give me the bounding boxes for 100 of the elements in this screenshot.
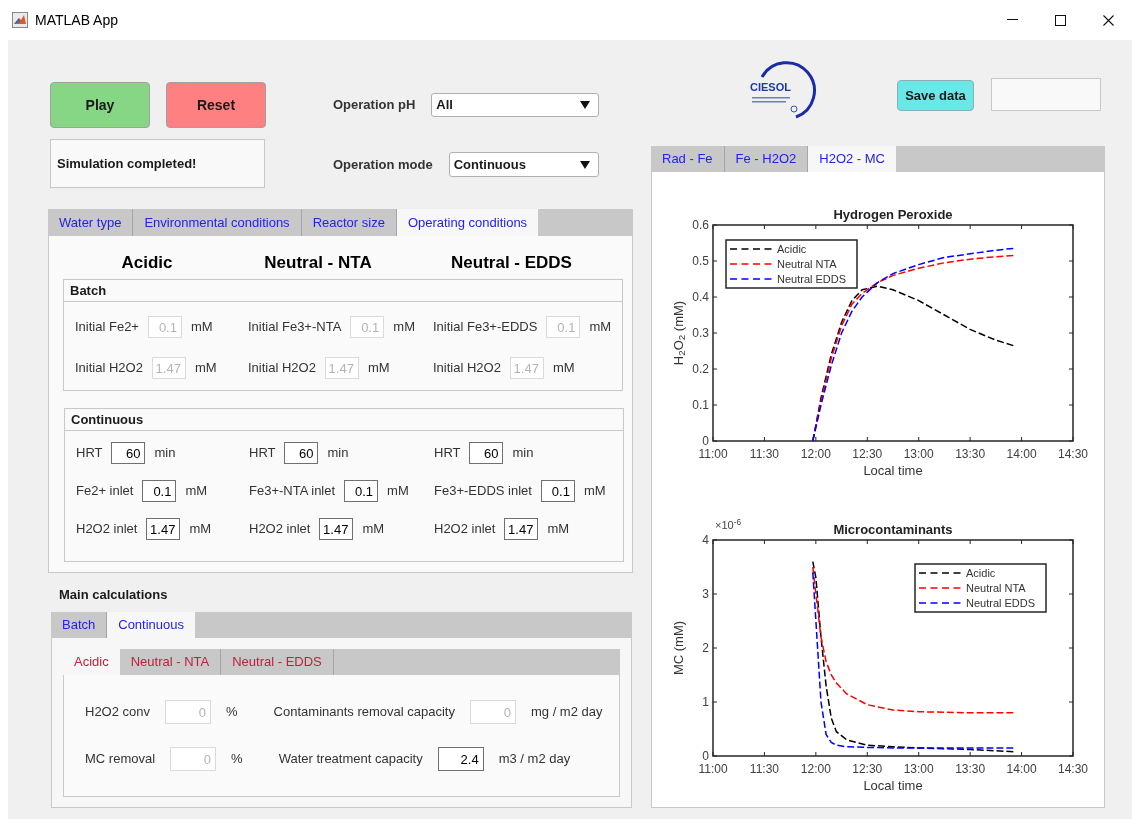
- status-box: Simulation completed!: [50, 139, 265, 188]
- axis-title: MC (mM): [670, 620, 688, 676]
- tick-label: 0.3: [692, 326, 709, 340]
- unit-label: mM: [189, 520, 212, 539]
- unit-label: mM: [190, 318, 213, 337]
- number-field[interactable]: 2.4: [437, 747, 484, 771]
- field-label: MC removal: [85, 750, 156, 769]
- field-label: H2O2 inlet: [434, 520, 496, 539]
- tick-label: 4: [702, 533, 709, 547]
- unit-label: mM: [583, 482, 606, 501]
- tick-label: 12:00: [800, 762, 831, 776]
- unit-label: mM: [547, 520, 570, 539]
- caret-icon: [580, 160, 590, 169]
- field-label: Initial H2O2: [433, 359, 501, 378]
- tick-label: 0.5: [692, 254, 709, 268]
- tab[interactable]: Operating conditions: [396, 209, 539, 236]
- legend-label: Acidic: [777, 243, 807, 255]
- unit-label: mM: [194, 359, 217, 378]
- play-button[interactable]: Play: [50, 82, 150, 128]
- number-field[interactable]: 1.47: [146, 518, 181, 540]
- number-field[interactable]: 1.47: [319, 518, 354, 540]
- field-label: Initial Fe3+-EDDS: [433, 318, 538, 337]
- unit-label: mM: [552, 359, 575, 378]
- app-icon: [12, 12, 28, 28]
- dropdown[interactable]: All: [431, 93, 599, 117]
- chart-title: Microcontaminants: [833, 522, 953, 537]
- tick-label: 14:00: [1006, 762, 1037, 776]
- unit-label: m3 / m2 day: [498, 750, 571, 769]
- field-label: H2O2 conv: [85, 703, 151, 722]
- number-field[interactable]: 60: [469, 442, 504, 464]
- field-label: Fe3+-EDDS inlet: [434, 482, 532, 501]
- column-heading: Neutral - NTA: [263, 253, 373, 273]
- tick-label: 13:30: [955, 447, 986, 461]
- axis-exponent: ×10$^{-6}$: [715, 517, 741, 533]
- field-label: Initial Fe3+-NTA: [248, 318, 342, 337]
- window-title: MATLAB App: [35, 10, 118, 30]
- tick-label: 3: [702, 587, 709, 601]
- chart-title: Hydrogen Peroxide: [833, 207, 953, 222]
- field-label: Operation pH: [333, 96, 416, 115]
- tick-label: 12:00: [800, 447, 831, 461]
- unit-label: min: [512, 444, 534, 463]
- axis-title: Local time: [863, 778, 923, 793]
- number-field[interactable]: 0.1: [142, 480, 177, 502]
- tick-label: 0: [702, 749, 709, 763]
- number-field[interactable]: 60: [111, 442, 146, 464]
- tab[interactable]: H2O2 - MC: [808, 146, 896, 172]
- tick-label: 11:00: [698, 447, 728, 461]
- unit-label: mg / m2 day: [530, 703, 603, 722]
- dropdown[interactable]: Continuous: [448, 152, 599, 177]
- tick-label: 0.6: [692, 218, 709, 232]
- column-heading: Neutral - EDDS: [450, 253, 573, 273]
- unit-label: mM: [185, 482, 208, 501]
- tab[interactable]: Acidic: [63, 649, 120, 675]
- field-label: Initial H2O2: [75, 359, 143, 378]
- field-label: Initial H2O2: [248, 359, 316, 378]
- legend-label: Neutral NTA: [966, 582, 1026, 594]
- unit-label: mM: [387, 482, 409, 501]
- unit-label: min: [327, 444, 349, 463]
- tick-label: 13:00: [903, 762, 934, 776]
- close-icon: [1102, 14, 1114, 26]
- legend-label: Neutral EDDS: [966, 597, 1036, 609]
- field-label: Initial Fe2+: [75, 318, 139, 337]
- reset-button[interactable]: Reset: [166, 82, 266, 128]
- tick-label: 1: [702, 695, 709, 709]
- unit-label: mM: [393, 318, 415, 337]
- tick-label: 0: [702, 434, 709, 448]
- number-field[interactable]: 60: [284, 442, 319, 464]
- unit-label: %: [231, 750, 243, 769]
- tick-label: 0.2: [692, 362, 709, 376]
- column-heading: Acidic: [120, 253, 174, 273]
- number-field[interactable]: 0.1: [540, 480, 575, 502]
- panel-title: Continuous: [65, 409, 623, 431]
- number-field[interactable]: 0.1: [344, 480, 379, 502]
- text-field[interactable]: [991, 78, 1101, 111]
- number-field[interactable]: 1.47: [504, 518, 539, 540]
- unit-label: mM: [589, 318, 612, 337]
- section-title: Main calculations: [59, 587, 169, 603]
- unit-label: min: [154, 444, 176, 463]
- tick-label: 13:30: [955, 762, 986, 776]
- field-label: HRT: [434, 444, 461, 463]
- tick-label: 14:30: [1058, 447, 1088, 461]
- tick-label: 13:00: [903, 447, 934, 461]
- tick-label: 12:30: [852, 447, 883, 461]
- caret-icon: [580, 101, 590, 109]
- field-label: Fe3+-NTA inlet: [249, 482, 336, 501]
- tick-label: 0.1: [692, 398, 709, 412]
- field-label: Fe2+ inlet: [76, 482, 134, 501]
- tick-label: 14:00: [1006, 447, 1037, 461]
- tick-label: 11:30: [749, 762, 779, 776]
- save-button[interactable]: Save data: [897, 80, 974, 111]
- tab[interactable]: Continuous: [107, 612, 196, 638]
- field-label: HRT: [249, 444, 276, 463]
- tick-label: 2: [702, 641, 709, 655]
- field-label: H2O2 inlet: [249, 520, 311, 539]
- maximize-icon: [1054, 14, 1066, 26]
- field-label: H2O2 inlet: [76, 520, 138, 539]
- minimize-icon: [1006, 19, 1018, 21]
- panel-title: Batch: [64, 280, 622, 302]
- unit-label: %: [226, 703, 238, 722]
- tick-label: 14:30: [1058, 762, 1088, 776]
